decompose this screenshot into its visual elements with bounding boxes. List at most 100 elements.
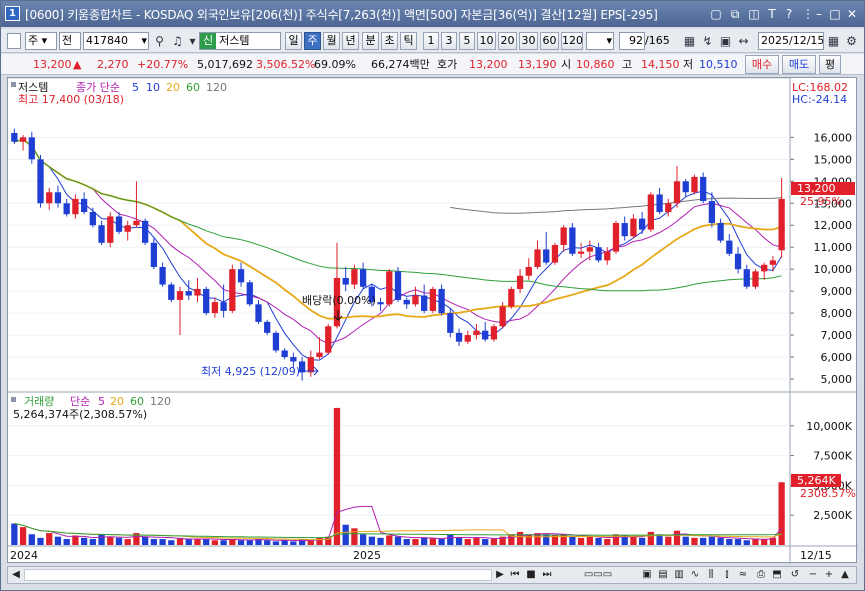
chart-scrollbar[interactable]: ◀ ▶ ⏮ ■ ⏭ ▭▭▭ ▣ ▤ ▥ ∿ ⫼ ⫾ ≈ ⎙ ⬒ ↺ − + ▲: [7, 566, 857, 584]
chart-window: 1 [0600] 키움종합차트 - KOSDAQ 외국인보유[206(천)] 주…: [0, 0, 865, 591]
up-triangle-icon: ▲: [73, 58, 82, 71]
stop-icon[interactable]: ■: [524, 568, 538, 582]
copy-window-icon[interactable]: ⧉: [727, 6, 743, 22]
volume-bar: [752, 539, 759, 545]
volume-bar: [264, 540, 271, 545]
maximize-icon[interactable]: □: [827, 6, 843, 22]
exchange-select[interactable]: 전: [59, 32, 81, 50]
capture-icon[interactable]: ⬒: [770, 568, 784, 582]
scroll-right-icon[interactable]: ▶: [494, 568, 506, 582]
layout-icon-3[interactable]: ▥: [672, 568, 686, 582]
period-second-button[interactable]: 초: [381, 32, 398, 50]
line-chart-icon[interactable]: ∿: [688, 568, 702, 582]
candle-body: [656, 194, 663, 213]
minute-10-button[interactable]: 10: [477, 32, 496, 50]
range-value[interactable]: 92: [619, 32, 645, 50]
search-icon[interactable]: ⚲: [151, 32, 168, 50]
chart-area[interactable]: 16,000 15,000 14,000 13,000 12,000 11,000 10,0…: [7, 77, 858, 564]
rewind-icon[interactable]: ⏮: [508, 568, 522, 582]
expand-icon[interactable]: ↔: [735, 32, 752, 50]
zoom-out-icon[interactable]: −: [806, 568, 820, 582]
help-icon[interactable]: ?: [781, 6, 797, 22]
print-icon[interactable]: ⎙: [754, 568, 768, 582]
calendar-icon[interactable]: ▦: [825, 32, 842, 50]
menu-icon[interactable]: ▢: [708, 6, 724, 22]
volume-bar: [290, 541, 297, 545]
x-label-2025: 2025: [353, 549, 381, 562]
link-icon[interactable]: ◫: [746, 6, 762, 22]
period-day-button[interactable]: 일: [285, 32, 302, 50]
candle-body: [124, 225, 131, 232]
zoom-slider-icon[interactable]: ▭▭▭: [560, 568, 636, 582]
candle-body: [700, 176, 707, 202]
save-icon[interactable]: ▣: [717, 32, 734, 50]
window-number-icon[interactable]: 1: [5, 6, 20, 21]
layout-icon-1[interactable]: ▣: [640, 568, 654, 582]
volume-bar: [673, 530, 681, 545]
volume-pane-handle-icon[interactable]: [11, 397, 16, 402]
x-last-date: 12/15: [800, 549, 832, 562]
legend-volume-sma: 단순: [70, 395, 90, 408]
volume-bar: [560, 534, 567, 545]
checkbox-icon[interactable]: [7, 33, 21, 49]
candle-body: [150, 242, 158, 267]
period-tick-button[interactable]: 틱: [400, 32, 417, 50]
minute-120-button[interactable]: 120: [561, 32, 583, 50]
hc-label: HC:-24.14: [792, 93, 847, 106]
stock-code-input[interactable]: 417840 ▾: [83, 32, 149, 50]
grid-icon[interactable]: ▦: [681, 32, 698, 50]
forward-icon[interactable]: ⏭: [540, 568, 554, 582]
pane-handle-icon[interactable]: [11, 82, 16, 87]
legend-vol-ma60: 60: [130, 395, 144, 408]
average-button[interactable]: 평: [819, 55, 841, 74]
volume-bar: [220, 540, 227, 545]
period-minute-button[interactable]: 분: [362, 32, 379, 50]
sell-button[interactable]: 매도: [782, 55, 816, 74]
legend-vol-ma120: 120: [150, 395, 171, 408]
minute-60-button[interactable]: 60: [540, 32, 559, 50]
minute-5-button[interactable]: 5: [459, 32, 475, 50]
date-input[interactable]: 2025/12/15: [758, 32, 824, 50]
period-week-button[interactable]: 주: [304, 32, 321, 50]
minute-20-button[interactable]: 20: [498, 32, 517, 50]
market-value: 주: [28, 34, 39, 47]
volume-bar: [124, 539, 131, 545]
reset-icon[interactable]: ↺: [788, 568, 802, 582]
minimize-icon[interactable]: –: [811, 6, 827, 22]
layout-icon-2[interactable]: ▤: [656, 568, 670, 582]
volume-legend: 거래량 단순 5 20 60 120: [11, 395, 171, 408]
candle-body: [168, 284, 175, 300]
add-indicator-icon[interactable]: ↯: [699, 32, 716, 50]
period-year-button[interactable]: 년: [342, 32, 359, 50]
period-month-button[interactable]: 월: [323, 32, 340, 50]
candle-body: [752, 271, 759, 287]
close-icon[interactable]: ✕: [844, 6, 860, 22]
volume-bar: [490, 539, 498, 545]
text-icon[interactable]: T: [764, 6, 780, 22]
candle-body: [490, 326, 498, 340]
price-chart-svg[interactable]: 16,00015,00014,00013,00012,00011,00010,0…: [8, 77, 858, 564]
buy-button[interactable]: 매수: [745, 55, 779, 74]
stock-name-field[interactable]: 신 저스템: [199, 32, 281, 50]
zoom-in-icon[interactable]: +: [822, 568, 836, 582]
market-select[interactable]: 주 ▾: [25, 32, 57, 50]
volume-bar: [211, 540, 219, 545]
scroll-track[interactable]: [24, 569, 492, 581]
bar-chart-icon[interactable]: ⫼: [704, 568, 718, 582]
minute-1-button[interactable]: 1: [423, 32, 439, 50]
volume-bar: [168, 540, 175, 545]
range-display: 92/165: [617, 32, 677, 50]
candle-body: [203, 288, 210, 314]
candle-body: [543, 249, 550, 263]
scroll-left-icon[interactable]: ◀: [10, 568, 22, 582]
minute-30-button[interactable]: 30: [519, 32, 538, 50]
collapse-icon[interactable]: ▲: [838, 568, 852, 582]
interval-select[interactable]: ▾: [586, 32, 614, 50]
settings-icon[interactable]: ⚙: [843, 32, 860, 50]
candle-body: [516, 275, 524, 289]
wave-icon[interactable]: ≈: [736, 568, 750, 582]
minute-3-button[interactable]: 3: [441, 32, 457, 50]
price-tag: 13,200: [797, 182, 836, 195]
current-volume-label: 5,264,374주(2,308.57%): [13, 408, 147, 421]
candle-icon[interactable]: ⫾: [720, 568, 734, 582]
